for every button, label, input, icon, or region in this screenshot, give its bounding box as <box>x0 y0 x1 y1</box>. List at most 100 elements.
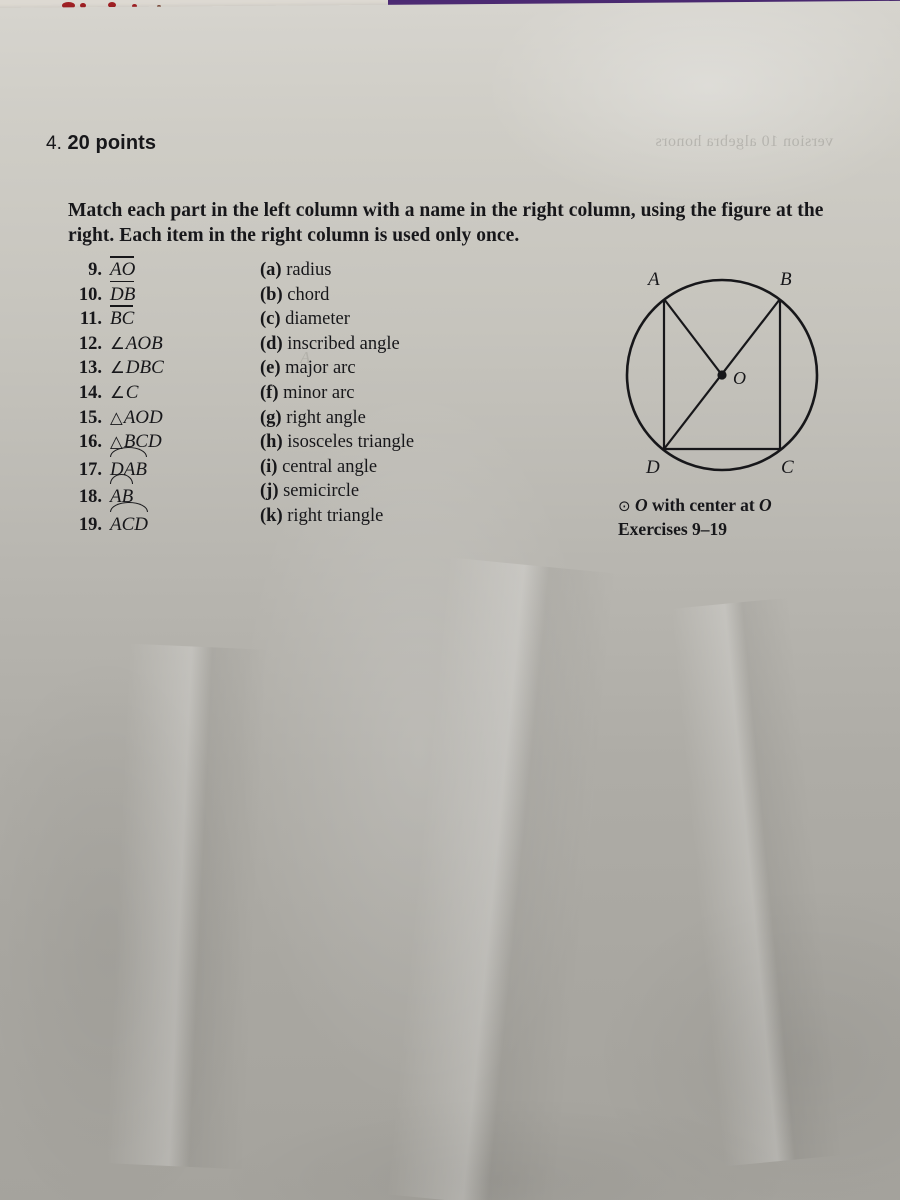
right-item-text: minor arc <box>283 382 355 403</box>
left-column-item: 11. BC <box>62 307 247 332</box>
left-column-item: 15. △AOD <box>62 406 247 431</box>
right-item-text: inscribed angle <box>287 333 400 354</box>
angle-symbol-icon: ∠ <box>110 382 125 402</box>
right-item-text: chord <box>287 284 330 305</box>
left-item-letters: DB <box>110 283 136 305</box>
left-item-number: 17. <box>78 459 102 480</box>
right-column-item: (j) semicircle <box>260 479 560 504</box>
caption-circle-name: O <box>634 495 648 515</box>
left-item-number: 10. <box>78 284 102 305</box>
circle-diagram-figure: A B D C O <box>604 258 844 486</box>
right-column-item: (f) minor arc <box>260 381 560 406</box>
center-point-O <box>717 370 727 380</box>
right-item-label: (h) <box>260 432 283 453</box>
right-item-text: semicircle <box>283 481 360 502</box>
right-column-item: (a) radius <box>260 258 560 283</box>
left-column-item: 9. AO <box>62 258 247 283</box>
right-column-item: (h) isosceles triangle <box>260 430 560 455</box>
left-item-number: 13. <box>78 358 102 379</box>
right-column-item: (d) inscribed angle <box>260 332 560 357</box>
right-item-label: (g) <box>260 407 282 428</box>
question-number: 4. <box>46 133 63 154</box>
left-item-expression: DB <box>110 283 135 308</box>
right-column-item: (c) diameter <box>260 307 560 332</box>
right-column-list: (a) radius (b) chord (c) diameter (d) inscr… <box>260 258 560 529</box>
right-item-label: (b) <box>260 284 283 305</box>
angle-symbol-icon: ∠ <box>110 358 125 378</box>
triangle-symbol-icon: △ <box>110 407 123 427</box>
right-item-text: central angle <box>282 456 378 477</box>
right-column-item: (i) central angle <box>260 455 560 480</box>
left-item-letters: AO <box>110 259 136 280</box>
figure-label-D: D <box>645 457 660 478</box>
left-column-item: 19. ACD <box>62 502 247 538</box>
reverse-side-bleed-through: version 10 algebra honors <box>655 133 834 150</box>
left-item-number: 14. <box>78 382 102 403</box>
left-item-number: 11. <box>79 309 102 330</box>
right-column-item: (b) chord <box>260 283 560 308</box>
scanned-worksheet-page: version 10 algebra honors A 4. 20 points… <box>0 0 900 1200</box>
left-column-item: 13. ∠DBC <box>62 356 247 381</box>
left-column-item: 18. AB <box>62 474 247 510</box>
left-item-expression: ∠DBC <box>110 356 164 381</box>
right-column-item: (e) major arc <box>260 356 560 381</box>
left-item-expression: ACD <box>110 502 148 538</box>
left-column-item: 17. DAB <box>62 446 247 483</box>
right-item-label: (i) <box>260 456 278 477</box>
figure-caption-line-1: ⊙ O with center at O <box>618 494 772 518</box>
instruction-text: Match each part in the left column with … <box>68 200 824 246</box>
caption-with-center-text: with center at <box>647 495 760 515</box>
right-column-item: (g) right angle <box>260 406 560 431</box>
left-item-letters: ACD <box>110 502 148 538</box>
left-column-item: 16. △BCD <box>62 430 247 455</box>
segment-AO <box>663 298 723 376</box>
right-item-text: radius <box>286 260 332 280</box>
left-item-letters: BC <box>110 308 135 330</box>
left-item-letters: AOB <box>125 332 163 354</box>
question-points: 20 points <box>67 132 157 154</box>
left-item-expression: BC <box>110 307 134 332</box>
left-item-number: 12. <box>78 333 102 354</box>
right-item-label: (c) <box>260 309 281 330</box>
figure-label-B: B <box>780 269 792 290</box>
figure-label-A: A <box>646 269 660 290</box>
right-item-label: (d) <box>260 333 283 354</box>
left-column-list: 9. AO 10. DB 11. BC 12. ∠AOB 13. ∠DBC 14. ∠C 15. △AOD… <box>62 258 247 538</box>
left-item-number: 16. <box>78 432 102 453</box>
left-item-number: 15. <box>78 407 102 428</box>
left-item-letters: DBC <box>125 357 164 379</box>
left-item-expression: △AOD <box>110 406 163 431</box>
right-item-text: right angle <box>286 407 366 428</box>
left-column-item: 14. ∠C <box>62 381 247 406</box>
left-column-item: 10. DB <box>62 283 247 308</box>
right-item-text: isosceles triangle <box>287 432 415 453</box>
figure-label-C: C <box>781 457 794 478</box>
caption-center-name: O <box>759 495 772 515</box>
figure-caption-line-2: Exercises 9–19 <box>618 519 728 539</box>
left-item-number: 9. <box>88 260 102 280</box>
question-heading: 4. 20 points <box>46 132 156 155</box>
right-item-label: (j) <box>260 481 279 502</box>
right-item-text: right triangle <box>287 505 384 526</box>
circle-diagram-svg: A B D C O <box>625 269 819 478</box>
right-item-label: (a) <box>260 260 282 280</box>
left-item-expression: ∠AOB <box>110 332 163 357</box>
right-item-label: (k) <box>260 505 283 526</box>
angle-symbol-icon: ∠ <box>110 333 125 353</box>
left-item-letters: AOD <box>123 406 163 428</box>
right-item-label: (f) <box>260 382 279 403</box>
left-item-number: 18. <box>78 487 102 508</box>
right-item-text: major arc <box>285 358 356 379</box>
figure-caption: ⊙ O with center at O Exercises 9–19 <box>618 494 772 541</box>
left-column-item: 12. ∠AOB <box>62 332 247 357</box>
right-item-label: (e) <box>260 358 281 379</box>
left-item-expression: AO <box>110 258 135 283</box>
worksheet-content: version 10 algebra honors A 4. 20 points… <box>0 0 900 1200</box>
left-item-expression: ∠C <box>110 381 138 406</box>
circle-symbol-icon: ⊙ <box>618 497 631 515</box>
left-item-letters: C <box>125 381 139 403</box>
right-item-text: diameter <box>285 309 350 330</box>
right-column-item: (k) right triangle <box>260 504 560 529</box>
left-item-number: 19. <box>78 514 102 535</box>
figure-label-O: O <box>733 368 746 388</box>
